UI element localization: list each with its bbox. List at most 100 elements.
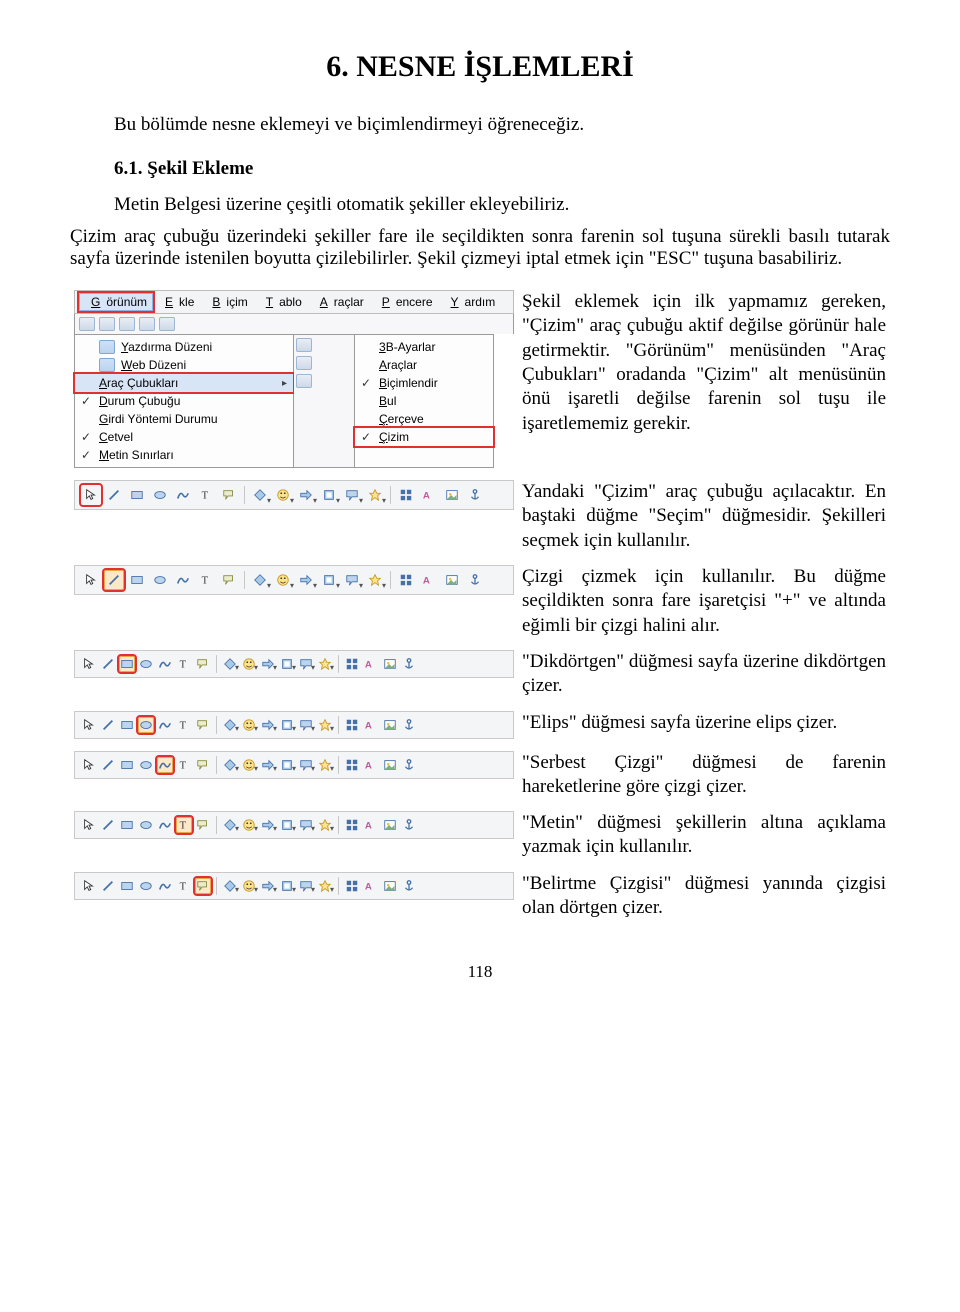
menubar-item[interactable]: Yardım [439, 293, 502, 311]
flowchart-icon[interactable] [279, 817, 295, 833]
submenu-item[interactable]: Çerçeve [355, 410, 493, 428]
flowchart-icon[interactable] [279, 717, 295, 733]
freeform-icon[interactable] [157, 656, 173, 672]
menu-item[interactable]: ✓Durum Çubuğu [75, 392, 293, 410]
flowchart-icon[interactable] [279, 656, 295, 672]
from-file-icon[interactable] [382, 656, 398, 672]
submenu-item[interactable]: Araçlar [355, 356, 493, 374]
symbol-shapes-icon[interactable] [273, 485, 293, 505]
fontwork-icon[interactable]: A [419, 485, 439, 505]
menubar-item[interactable]: Tablo [254, 293, 308, 311]
points-icon[interactable] [344, 878, 360, 894]
symbol-shapes-icon[interactable] [241, 757, 257, 773]
ellipse-icon[interactable] [138, 817, 154, 833]
menubar-item[interactable]: Biçim [200, 293, 253, 311]
callout-icon[interactable] [195, 757, 211, 773]
fontwork-icon[interactable]: A [363, 717, 379, 733]
symbol-shapes-icon[interactable] [273, 570, 293, 590]
callouts-icon[interactable] [298, 878, 314, 894]
from-file-icon[interactable] [382, 817, 398, 833]
callout-icon[interactable] [195, 817, 211, 833]
pointer-icon[interactable] [81, 757, 97, 773]
submenu-item[interactable]: ✓Biçimlendir [355, 374, 493, 392]
from-file-icon[interactable] [442, 485, 462, 505]
callout-icon[interactable] [219, 570, 239, 590]
symbol-shapes-icon[interactable] [241, 717, 257, 733]
callout-icon[interactable] [195, 878, 211, 894]
block-arrows-icon[interactable] [260, 656, 276, 672]
freeform-icon[interactable] [157, 717, 173, 733]
menubar-item[interactable]: Ekle [153, 293, 200, 311]
text-icon[interactable]: T [176, 817, 192, 833]
freeform-icon[interactable] [157, 817, 173, 833]
menubar-item[interactable]: Görünüm [79, 293, 153, 311]
stars-icon[interactable] [317, 817, 333, 833]
ellipse-icon[interactable] [150, 570, 170, 590]
menu-item[interactable]: Araç Çubukları▸ [75, 374, 293, 392]
menu-item[interactable]: Yazdırma Düzeni [75, 338, 293, 356]
callouts-icon[interactable] [298, 717, 314, 733]
stars-icon[interactable] [317, 656, 333, 672]
rectangle-icon[interactable] [127, 570, 147, 590]
callout-icon[interactable] [195, 717, 211, 733]
points-icon[interactable] [396, 485, 416, 505]
submenu-item[interactable]: ✓Çizim [355, 428, 493, 446]
extrusion-icon[interactable] [401, 817, 417, 833]
flowchart-icon[interactable] [319, 485, 339, 505]
points-icon[interactable] [344, 656, 360, 672]
symbol-shapes-icon[interactable] [241, 878, 257, 894]
fontwork-icon[interactable]: A [363, 878, 379, 894]
menu-item[interactable]: ✓Metin Sınırları [75, 446, 293, 464]
points-icon[interactable] [344, 757, 360, 773]
text-icon[interactable]: T [176, 878, 192, 894]
ellipse-icon[interactable] [138, 878, 154, 894]
basic-shapes-icon[interactable] [222, 817, 238, 833]
symbol-shapes-icon[interactable] [241, 656, 257, 672]
stars-icon[interactable] [365, 485, 385, 505]
fontwork-icon[interactable]: A [363, 656, 379, 672]
line-icon[interactable] [100, 656, 116, 672]
rectangle-icon[interactable] [119, 656, 135, 672]
menu-item[interactable]: Web Düzeni [75, 356, 293, 374]
block-arrows-icon[interactable] [296, 570, 316, 590]
block-arrows-icon[interactable] [296, 485, 316, 505]
points-icon[interactable] [344, 817, 360, 833]
pointer-icon[interactable] [81, 878, 97, 894]
extrusion-icon[interactable] [465, 570, 485, 590]
pointer-icon[interactable] [81, 570, 101, 590]
callouts-icon[interactable] [298, 817, 314, 833]
rectangle-icon[interactable] [119, 717, 135, 733]
block-arrows-icon[interactable] [260, 757, 276, 773]
rectangle-icon[interactable] [127, 485, 147, 505]
fontwork-icon[interactable]: A [363, 757, 379, 773]
ellipse-icon[interactable] [138, 757, 154, 773]
ellipse-icon[interactable] [138, 717, 154, 733]
callouts-icon[interactable] [342, 485, 362, 505]
block-arrows-icon[interactable] [260, 717, 276, 733]
ellipse-icon[interactable] [138, 656, 154, 672]
from-file-icon[interactable] [382, 878, 398, 894]
line-icon[interactable] [104, 485, 124, 505]
from-file-icon[interactable] [382, 757, 398, 773]
menubar-item[interactable]: Pencere [370, 293, 439, 311]
stars-icon[interactable] [317, 717, 333, 733]
stars-icon[interactable] [365, 570, 385, 590]
pointer-icon[interactable] [81, 656, 97, 672]
pointer-icon[interactable] [81, 817, 97, 833]
callouts-icon[interactable] [298, 757, 314, 773]
line-icon[interactable] [104, 570, 124, 590]
extrusion-icon[interactable] [401, 757, 417, 773]
menu-item[interactable]: ✓Cetvel [75, 428, 293, 446]
flowchart-icon[interactable] [279, 878, 295, 894]
text-icon[interactable]: T [176, 757, 192, 773]
freeform-icon[interactable] [173, 570, 193, 590]
freeform-icon[interactable] [157, 757, 173, 773]
symbol-shapes-icon[interactable] [241, 817, 257, 833]
menu-item[interactable]: Girdi Yöntemi Durumu [75, 410, 293, 428]
basic-shapes-icon[interactable] [250, 570, 270, 590]
callouts-icon[interactable] [298, 656, 314, 672]
text-icon[interactable]: T [196, 570, 216, 590]
text-icon[interactable]: T [176, 717, 192, 733]
extrusion-icon[interactable] [401, 717, 417, 733]
flowchart-icon[interactable] [279, 757, 295, 773]
